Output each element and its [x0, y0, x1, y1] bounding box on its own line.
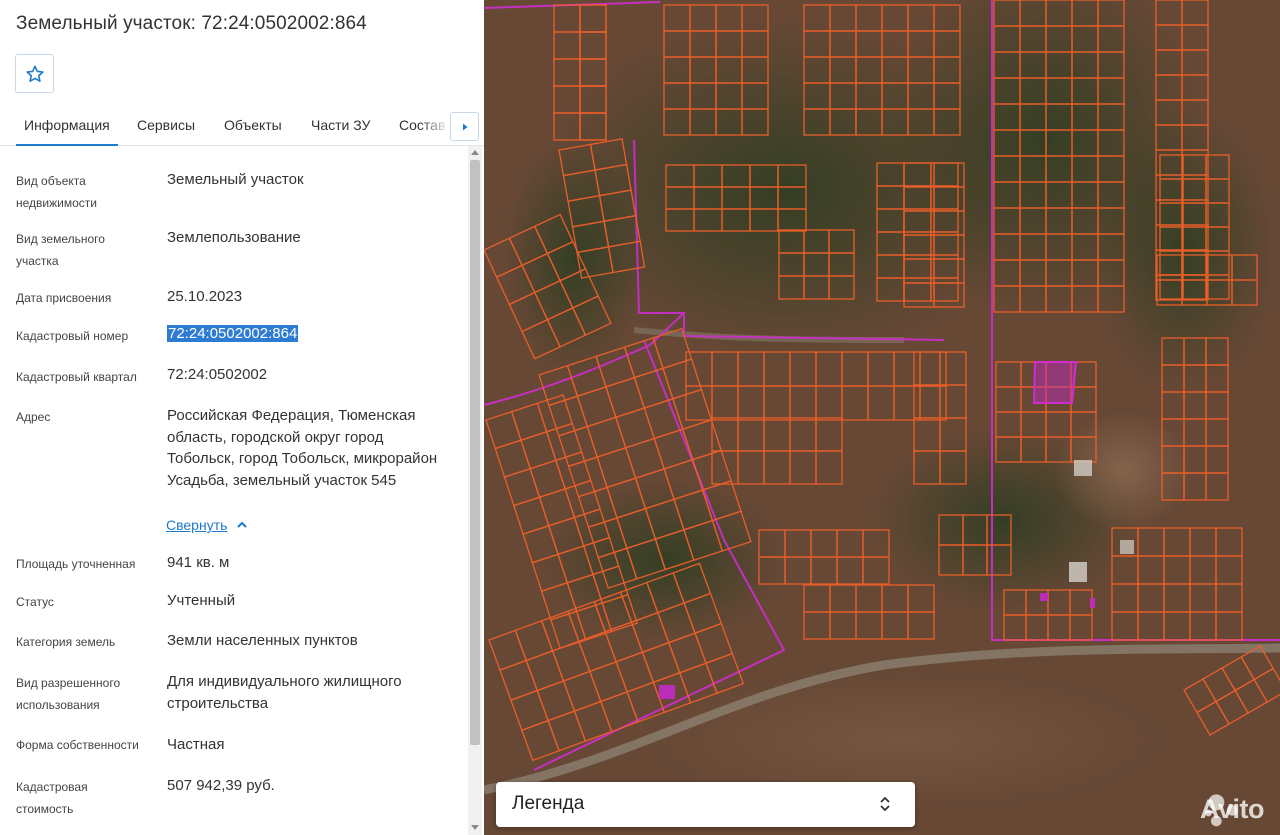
legend-label: Легенда — [512, 793, 585, 814]
assign-date-label: Дата присвоения — [16, 291, 112, 305]
favorite-button[interactable] — [15, 54, 54, 93]
collapse-link[interactable]: Свернуть — [166, 517, 227, 533]
cad-quarter-value: 72:24:0502002 — [167, 366, 268, 383]
scrollbar-thumb[interactable] — [470, 160, 480, 745]
satellite-map-view[interactable] — [484, 0, 1280, 835]
scroll-up-arrow[interactable] — [471, 150, 479, 155]
cad-cost-label: Кадастровая стоимость — [16, 780, 88, 816]
object-type-label: Вид объекта недвижимости — [16, 174, 97, 210]
tab-bar: Информация Сервисы Объекты Части ЗУ Сост… — [0, 104, 484, 146]
category-value: Земли населенных пунктов — [167, 632, 358, 649]
avito-watermark: Avito — [1200, 794, 1265, 824]
area-label: Площадь уточненная — [16, 557, 136, 571]
info-panel: Земельный участок: 72:24:0502002:864 Инф… — [0, 0, 484, 835]
chevron-up-icon[interactable] — [236, 520, 248, 530]
cad-number-label: Кадастровый номер — [16, 329, 129, 343]
legend-dropdown[interactable]: Легенда — [496, 782, 915, 827]
tab-objects[interactable]: Объекты — [224, 117, 282, 133]
cadastral-map[interactable] — [484, 0, 1280, 835]
page-title: Земельный участок: 72:24:0502002:864 — [16, 13, 367, 34]
cad-quarter-label: Кадастровый квартал — [16, 370, 137, 384]
tab-parts[interactable]: Части ЗУ — [311, 117, 370, 133]
tab-services[interactable]: Сервисы — [137, 117, 195, 133]
status-label: Статус — [16, 595, 54, 609]
scroll-down-arrow[interactable] — [471, 825, 479, 830]
cad-cost-value: 507 942,39 руб. — [167, 777, 275, 794]
cad-number-value[interactable]: 72:24:0502002:864 — [167, 323, 452, 345]
address-label: Адрес — [16, 410, 51, 424]
star-icon — [25, 65, 44, 82]
status-value: Учтенный — [167, 592, 236, 609]
ownership-value: Частная — [167, 736, 225, 753]
category-label: Категория земель — [16, 635, 116, 649]
updown-chevron-icon — [880, 796, 890, 812]
tabs-scroll-right-button[interactable] — [450, 112, 479, 141]
land-type-label: Вид земельного участка — [16, 232, 105, 268]
address-value: Российская Федерация, Тюменская область,… — [167, 407, 438, 489]
permitted-use-value: Для индивидуального жилищного строительс… — [167, 673, 402, 712]
area-value: 941 кв. м — [167, 554, 230, 571]
land-type-value: Землепользование — [167, 229, 301, 246]
permitted-use-label: Вид разрешенного использования — [16, 676, 121, 712]
assign-date-value: 25.10.2023 — [167, 288, 243, 305]
tab-info[interactable]: Информация — [16, 117, 118, 146]
cad-number-selection: 72:24:0502002:864 — [167, 325, 299, 342]
caret-right-icon — [462, 123, 467, 130]
ownership-label: Форма собственности — [16, 738, 139, 752]
object-type-value: Земельный участок — [167, 171, 304, 188]
